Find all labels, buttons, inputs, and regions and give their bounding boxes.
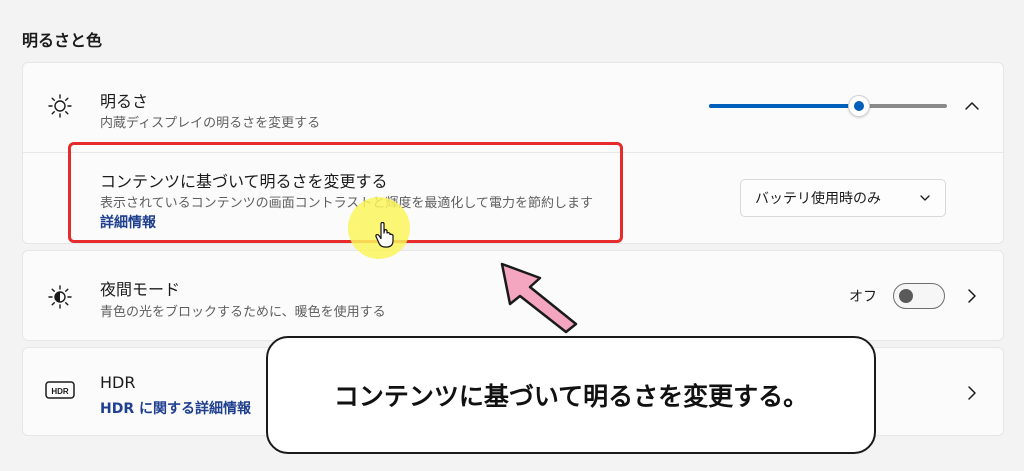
caption-text: コンテンツに基づいて明るさを変更する。 xyxy=(333,382,809,411)
night-light-description: 青色の光をブロックするために、暖色を使用する xyxy=(100,305,386,320)
caption-bubble: コンテンツに基づいて明るさを変更する。 xyxy=(266,336,876,454)
section-title: 明るさと色 xyxy=(22,31,103,50)
slider-fill xyxy=(709,104,859,108)
night-light-toggle[interactable] xyxy=(893,283,945,309)
brightness-title: 明るさ xyxy=(100,92,149,111)
night-light-title: 夜間モード xyxy=(100,280,181,299)
brightness-slider[interactable] xyxy=(709,95,947,117)
dropdown-value: バッテリ使用時のみ xyxy=(755,191,881,207)
night-light-icon xyxy=(48,285,72,309)
pointer-arrow xyxy=(500,262,578,334)
highlight-box xyxy=(68,142,623,243)
hdr-title: HDR xyxy=(100,373,136,392)
hdr-icon: HDR xyxy=(45,381,75,399)
toggle-state-label: オフ xyxy=(849,289,877,305)
toggle-knob xyxy=(899,289,913,303)
hdr-learn-more-link[interactable]: HDR に関する詳細情報 xyxy=(100,398,251,418)
chevron-right-icon[interactable] xyxy=(962,286,982,306)
chevron-down-icon xyxy=(920,195,930,201)
slider-thumb[interactable] xyxy=(847,95,870,117)
brightness-description: 内蔵ディスプレイの明るさを変更する xyxy=(100,116,321,131)
svg-text:HDR: HDR xyxy=(51,387,69,396)
chevron-up-icon[interactable] xyxy=(962,96,982,116)
content-adaptive-dropdown[interactable]: バッテリ使用時のみ xyxy=(740,179,946,217)
hand-cursor-icon xyxy=(375,222,394,248)
chevron-right-icon[interactable] xyxy=(962,383,982,403)
sun-icon xyxy=(48,94,72,118)
